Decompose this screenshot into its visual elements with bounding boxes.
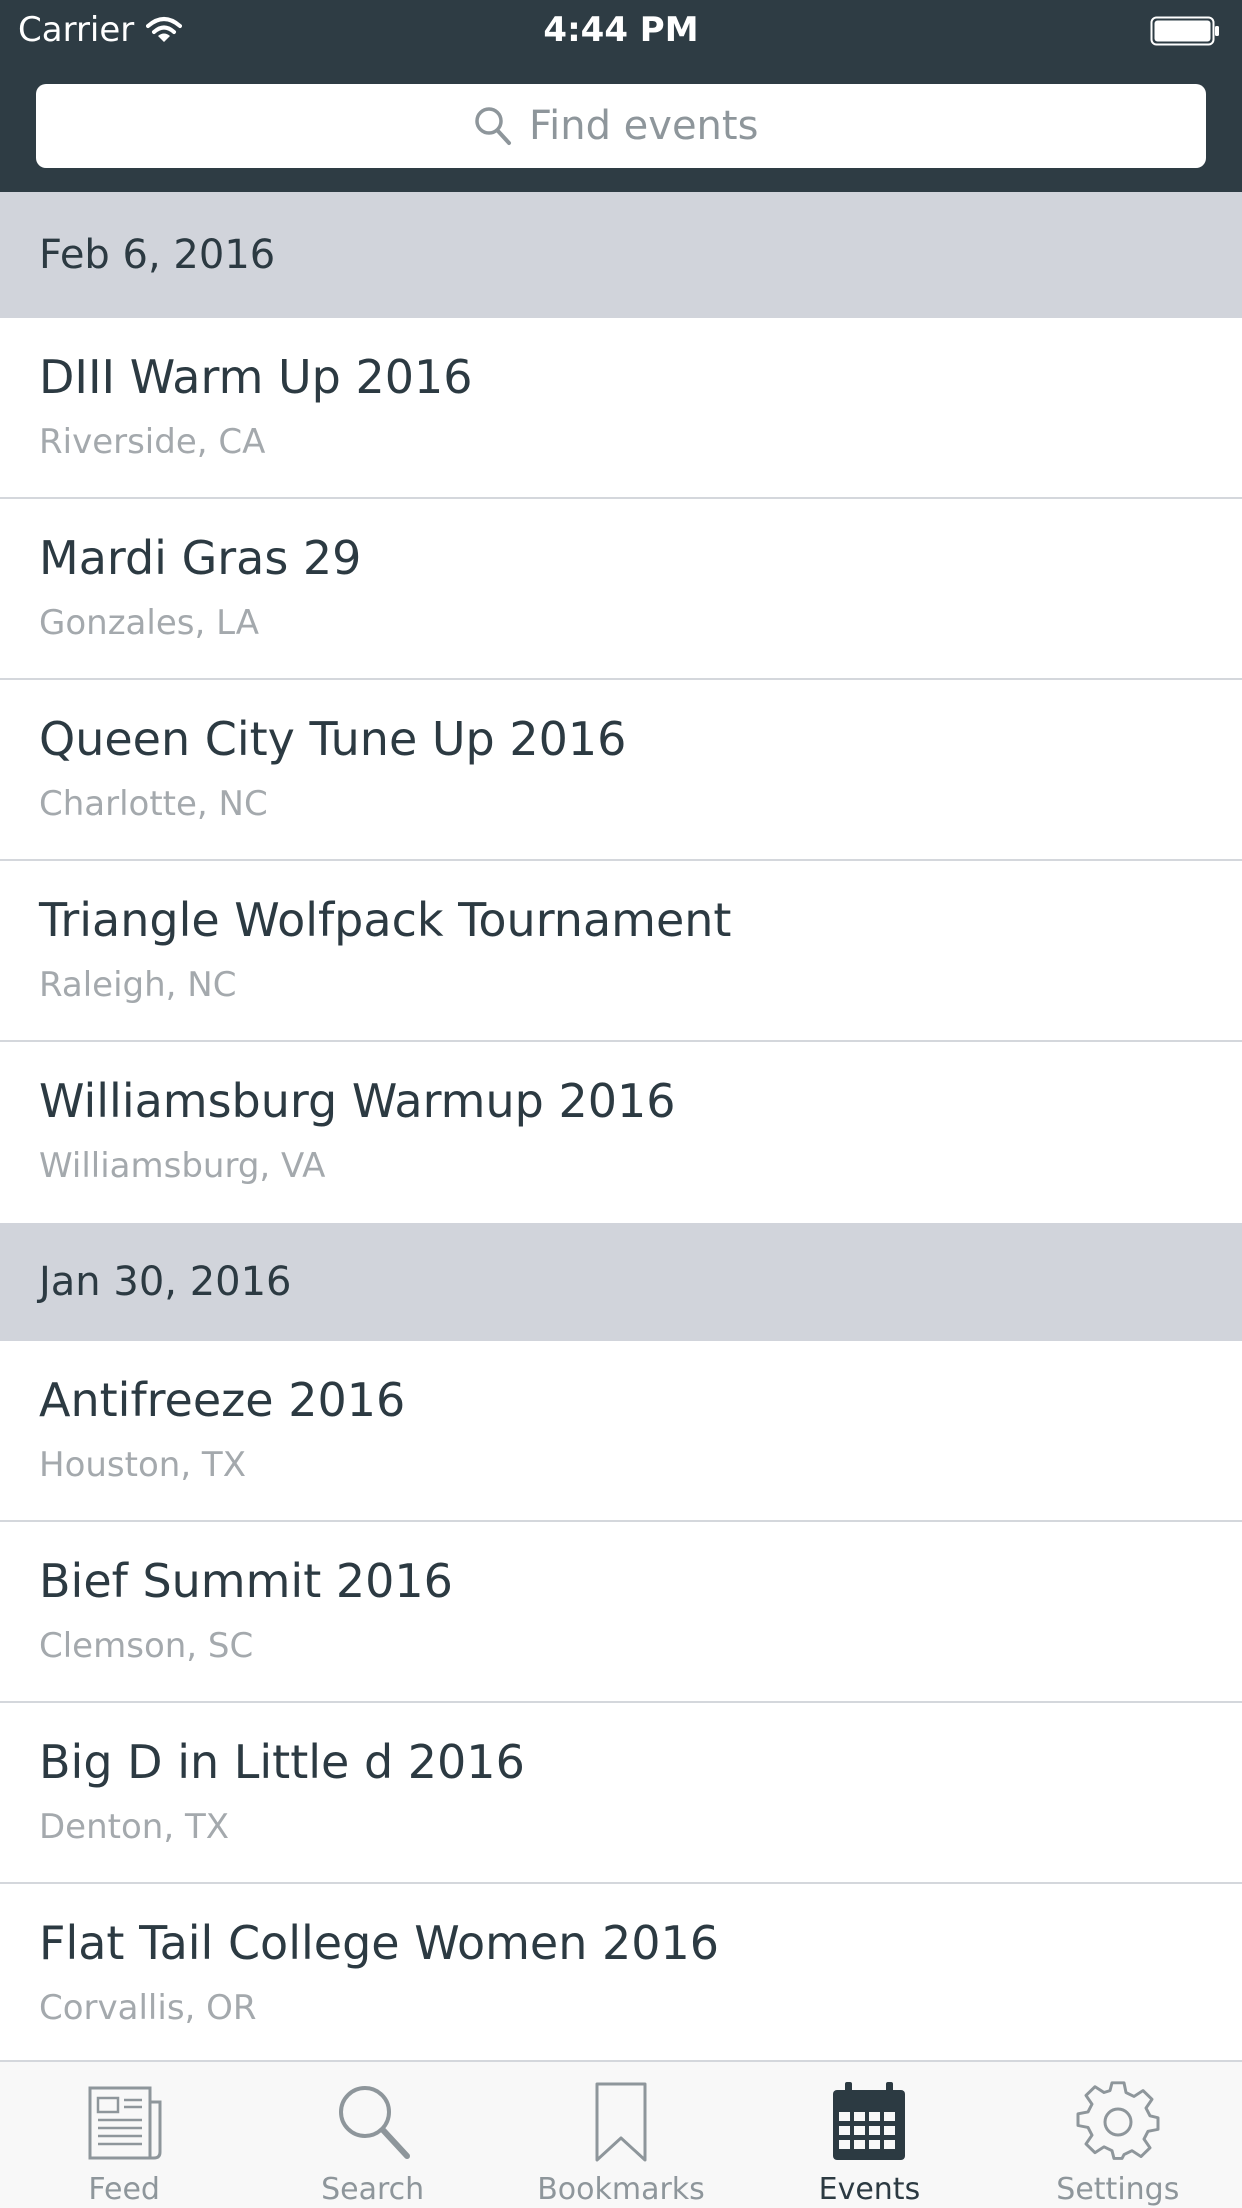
event-title: Antifreeze 2016 bbox=[39, 1373, 406, 1427]
event-row[interactable]: Big D in Little d 2016 Denton, TX bbox=[0, 1703, 1242, 1884]
event-title: Triangle Wolfpack Tournament bbox=[39, 893, 732, 947]
status-bar: Carrier 4:44 PM bbox=[0, 0, 1242, 60]
event-title: Big D in Little d 2016 bbox=[39, 1735, 525, 1789]
event-row[interactable]: Flat Tail College Women 2016 Corvallis, … bbox=[0, 1884, 1242, 2060]
event-title: DIII Warm Up 2016 bbox=[39, 350, 473, 404]
tab-events[interactable]: Events bbox=[745, 2062, 993, 2208]
tab-bar: Feed Search Bookmarks Events Settings bbox=[0, 2060, 1242, 2208]
event-location: Raleigh, NC bbox=[39, 965, 237, 1005]
event-title: Flat Tail College Women 2016 bbox=[39, 1916, 720, 1970]
event-location: Corvallis, OR bbox=[39, 1988, 257, 2028]
search-bar[interactable] bbox=[36, 84, 1206, 168]
tab-label: Bookmarks bbox=[537, 2172, 705, 2207]
event-location: Clemson, SC bbox=[39, 1626, 254, 1666]
event-title: Queen City Tune Up 2016 bbox=[39, 712, 627, 766]
event-location: Charlotte, NC bbox=[39, 784, 268, 824]
calendar-icon bbox=[833, 2082, 906, 2160]
tab-label: Settings bbox=[1056, 2172, 1180, 2207]
event-location: Gonzales, LA bbox=[39, 603, 260, 643]
bookmark-icon bbox=[595, 2082, 647, 2162]
tab-bookmarks[interactable]: Bookmarks bbox=[497, 2062, 745, 2208]
event-location: Denton, TX bbox=[39, 1807, 230, 1847]
event-list[interactable]: Feb 6, 2016 DIII Warm Up 2016 Riverside,… bbox=[0, 192, 1242, 2060]
search-input[interactable] bbox=[529, 103, 769, 149]
tab-label: Feed bbox=[88, 2172, 160, 2207]
tab-label: Search bbox=[321, 2172, 425, 2207]
event-location: Riverside, CA bbox=[39, 422, 266, 462]
navigation-header: Carrier 4:44 PM bbox=[0, 0, 1242, 192]
gear-icon bbox=[1076, 2081, 1160, 2160]
event-title: Bief Summit 2016 bbox=[39, 1554, 453, 1608]
battery-icon bbox=[1150, 16, 1219, 46]
event-row[interactable]: Mardi Gras 29 Gonzales, LA bbox=[0, 499, 1242, 680]
newspaper-icon bbox=[88, 2086, 162, 2160]
search-icon bbox=[338, 2086, 410, 2159]
event-row[interactable]: Antifreeze 2016 Houston, TX bbox=[0, 1341, 1242, 1522]
section-header: Jan 30, 2016 bbox=[0, 1223, 1242, 1341]
event-location: Houston, TX bbox=[39, 1445, 246, 1485]
tab-label: Events bbox=[818, 2172, 921, 2207]
tab-feed[interactable]: Feed bbox=[0, 2062, 248, 2208]
event-row[interactable]: Queen City Tune Up 2016 Charlotte, NC bbox=[0, 680, 1242, 861]
section-header: Feb 6, 2016 bbox=[0, 192, 1242, 318]
event-row[interactable]: Triangle Wolfpack Tournament Raleigh, NC bbox=[0, 861, 1242, 1042]
event-title: Mardi Gras 29 bbox=[39, 531, 362, 585]
event-row[interactable]: Williamsburg Warmup 2016 Williamsburg, V… bbox=[0, 1042, 1242, 1223]
status-time: 4:44 PM bbox=[543, 10, 699, 50]
tab-search[interactable]: Search bbox=[248, 2062, 496, 2208]
event-location: Williamsburg, VA bbox=[39, 1146, 326, 1186]
tab-settings[interactable]: Settings bbox=[994, 2062, 1242, 2208]
event-row[interactable]: Bief Summit 2016 Clemson, SC bbox=[0, 1522, 1242, 1703]
event-title: Williamsburg Warmup 2016 bbox=[39, 1074, 676, 1128]
event-row[interactable]: DIII Warm Up 2016 Riverside, CA bbox=[0, 318, 1242, 499]
search-icon bbox=[475, 107, 511, 145]
